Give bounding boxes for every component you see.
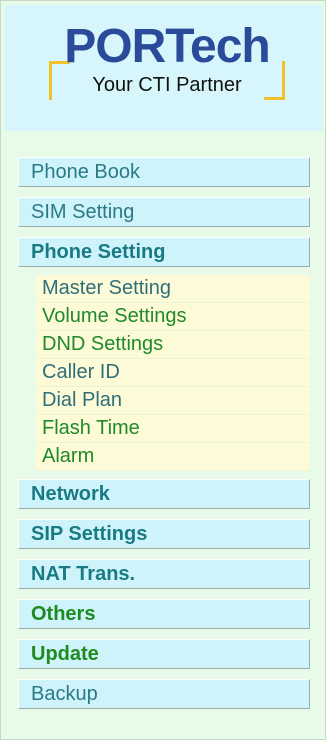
submenu-volume-settings[interactable]: Volume Settings <box>36 303 310 331</box>
submenu-dnd-settings[interactable]: DND Settings <box>36 331 310 359</box>
menu-frame: PORTech Your CTI Partner Phone Book SIM … <box>0 0 326 740</box>
portech-logo[interactable]: PORTech Your CTI Partner <box>49 19 285 111</box>
nav-sim-setting[interactable]: SIM Setting <box>18 197 310 227</box>
nav-network[interactable]: Network <box>18 479 310 509</box>
submenu-dial-plan[interactable]: Dial Plan <box>36 387 310 415</box>
nav-phone-setting[interactable]: Phone Setting <box>18 237 310 267</box>
sidebar-nav: Phone Book SIM Setting Phone Setting Mas… <box>18 157 310 719</box>
submenu-caller-id[interactable]: Caller ID <box>36 359 310 387</box>
nav-phone-book[interactable]: Phone Book <box>18 157 310 187</box>
logo-title: PORTech <box>64 20 270 73</box>
nav-others[interactable]: Others <box>18 599 310 629</box>
nav-update[interactable]: Update <box>18 639 310 669</box>
phone-setting-submenu: Master Setting Volume Settings DND Setti… <box>36 275 310 471</box>
logo-header: PORTech Your CTI Partner <box>5 5 323 131</box>
submenu-master-setting[interactable]: Master Setting <box>36 275 310 303</box>
submenu-alarm[interactable]: Alarm <box>36 443 310 471</box>
nav-backup[interactable]: Backup <box>18 679 310 709</box>
nav-sip-settings[interactable]: SIP Settings <box>18 519 310 549</box>
nav-nat-trans[interactable]: NAT Trans. <box>18 559 310 589</box>
logo-tagline: Your CTI Partner <box>92 74 242 96</box>
submenu-flash-time[interactable]: Flash Time <box>36 415 310 443</box>
